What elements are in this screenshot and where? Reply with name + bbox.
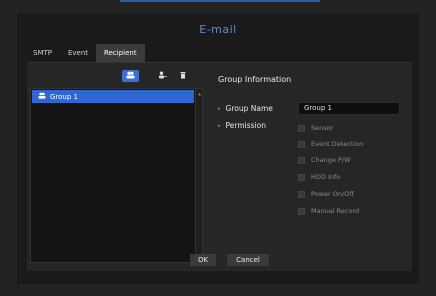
add-group-button[interactable] bbox=[122, 70, 139, 82]
scroll-up-icon[interactable]: ▲ bbox=[198, 91, 201, 96]
add-user-icon bbox=[158, 71, 167, 81]
tab-recipient[interactable]: Recipient bbox=[96, 44, 145, 62]
bullet-icon: ▸ bbox=[218, 106, 221, 112]
permission-sensor[interactable]: Sensor bbox=[298, 124, 333, 132]
cancel-button[interactable]: Cancel bbox=[227, 254, 269, 266]
permission-power-on-off[interactable]: Power On/Off bbox=[298, 190, 354, 198]
group-name-label: ▸ Group Name bbox=[218, 104, 273, 113]
tab-event[interactable]: Event bbox=[60, 44, 96, 62]
permission-event-detection[interactable]: Event Detection bbox=[298, 140, 363, 148]
checkbox[interactable] bbox=[298, 124, 305, 132]
tree-scrollbar[interactable]: ▲ ▼ bbox=[195, 88, 203, 261]
checkbox[interactable] bbox=[298, 190, 305, 198]
permission-label: ▸ Permission bbox=[218, 121, 266, 130]
permission-change-pw[interactable]: Change P/W bbox=[298, 156, 351, 164]
ok-button[interactable]: OK bbox=[190, 254, 216, 266]
checkbox[interactable] bbox=[298, 207, 305, 215]
group-information-title: Group Information bbox=[218, 75, 292, 84]
checkbox[interactable] bbox=[298, 173, 305, 181]
permission-manual-record[interactable]: Manual Record bbox=[298, 207, 359, 215]
checkbox[interactable] bbox=[298, 156, 305, 164]
bullet-icon: ▸ bbox=[218, 123, 221, 129]
delete-icon bbox=[180, 71, 186, 81]
tab-smtp[interactable]: SMTP bbox=[25, 44, 60, 62]
add-group-icon bbox=[126, 71, 135, 81]
permission-hdd-info[interactable]: HDD Info bbox=[298, 173, 340, 181]
window-title: E-mail bbox=[199, 23, 237, 36]
delete-button[interactable] bbox=[174, 70, 191, 82]
recipient-tree: Group 1 bbox=[30, 88, 196, 263]
tree-item-group-1[interactable]: Group 1 bbox=[32, 90, 194, 103]
group-icon bbox=[38, 92, 46, 101]
group-name-field[interactable]: Group 1 bbox=[298, 102, 400, 115]
tab-bar: SMTP Event Recipient bbox=[25, 44, 145, 62]
top-accent-line bbox=[120, 0, 320, 2]
add-user-button[interactable] bbox=[154, 70, 171, 82]
tree-item-label: Group 1 bbox=[50, 92, 78, 101]
checkbox[interactable] bbox=[298, 140, 305, 148]
